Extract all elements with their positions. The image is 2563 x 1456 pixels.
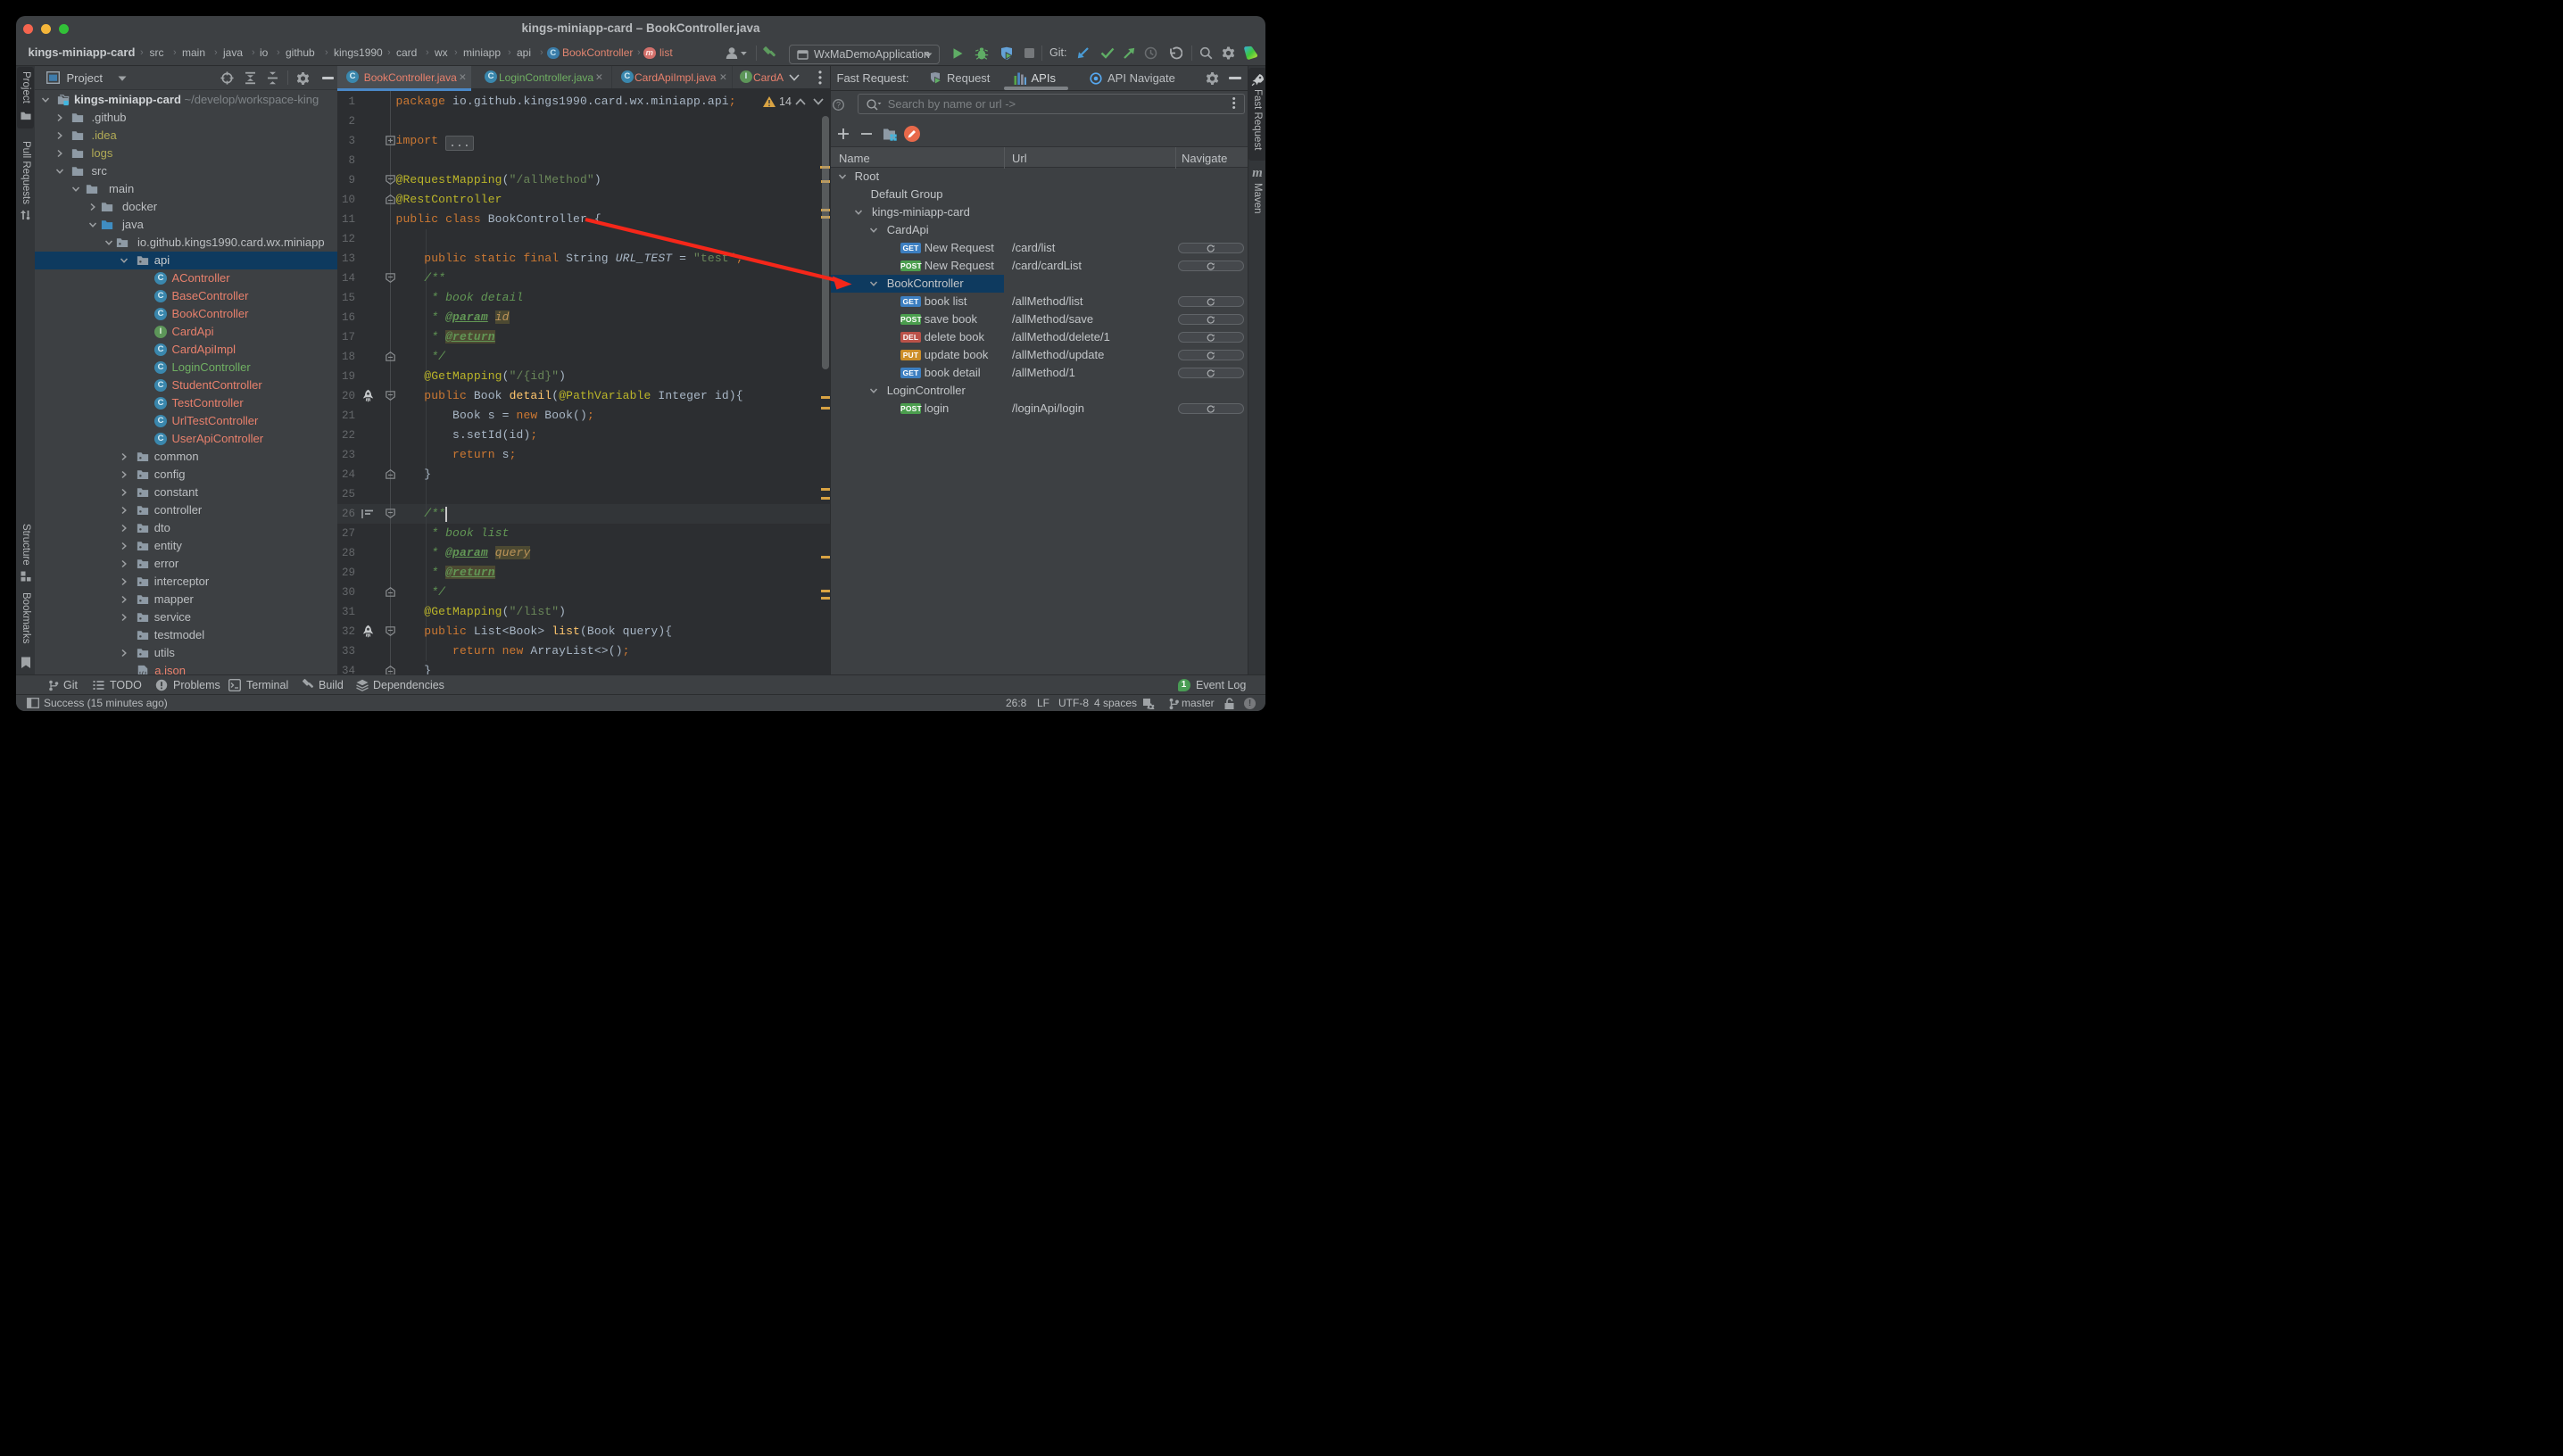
svg-text:?: ? bbox=[836, 100, 841, 109]
